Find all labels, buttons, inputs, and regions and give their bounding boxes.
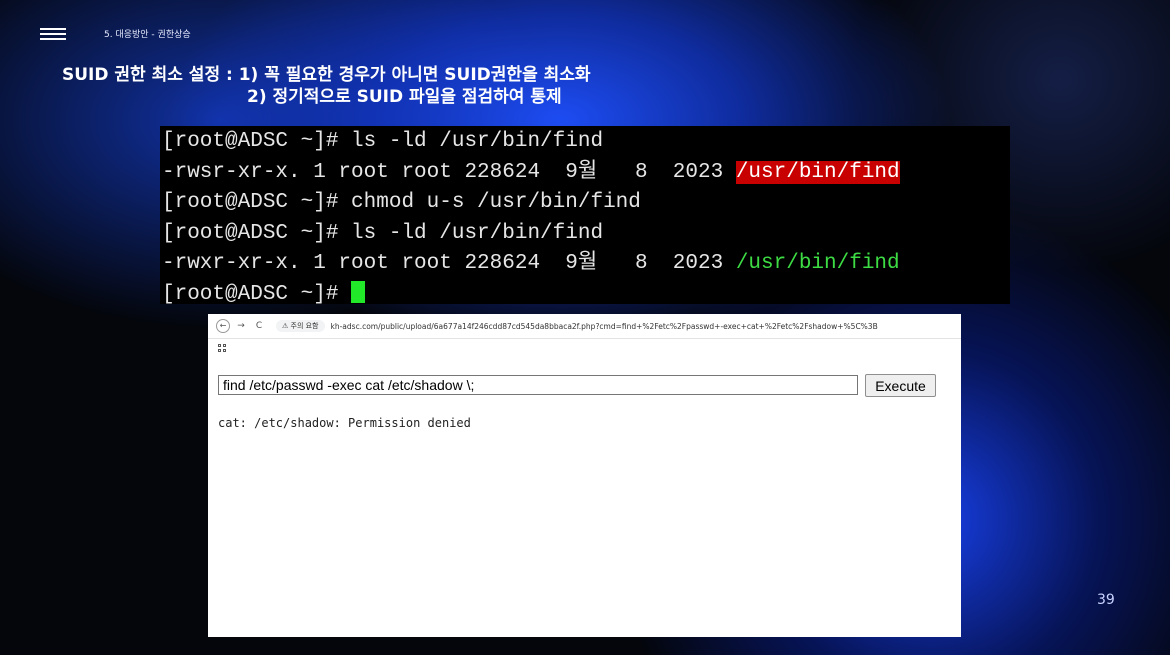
executable-path: /usr/bin/find [735, 252, 900, 275]
page-number: 39 [1097, 592, 1115, 608]
command-output: cat: /etc/shadow: Permission denied [218, 416, 471, 430]
terminal-line-5: -rwxr-xr-x. 1 root root 228624 9월 8 2023… [160, 250, 1010, 278]
browser-address-bar: ← → C ⚠ 주의 요함 kh-adsc.com/public/upload/… [208, 314, 961, 339]
command-input[interactable] [218, 375, 858, 395]
title-line-1: SUID 권한 최소 설정 : 1) 꼭 필요한 경우가 아니면 SUID권한을… [62, 65, 591, 85]
terminal-screenshot: [root@ADSC ~]# ls -ld /usr/bin/find -rws… [160, 126, 1010, 306]
permission-text: -rwsr-xr-x. 1 root root 228624 9월 8 2023 [162, 160, 736, 184]
terminal-line-6: [root@ADSC ~]# [160, 280, 1010, 309]
security-warning-badge[interactable]: ⚠ 주의 요함 [276, 320, 325, 332]
terminal-line-4: [root@ADSC ~]# ls -ld /usr/bin/find [162, 221, 604, 245]
execute-button[interactable]: Execute [865, 374, 936, 397]
slide-title: SUID 권한 최소 설정 : 1) 꼭 필요한 경우가 아니면 SUID권한을… [62, 64, 822, 108]
permission-text: -rwxr-xr-x. 1 root root 228624 9월 8 2023 [162, 252, 736, 275]
terminal-cursor [351, 280, 366, 303]
url-text[interactable]: kh-adsc.com/public/upload/6a677a14f246cd… [331, 322, 878, 331]
terminal-line-3: [root@ADSC ~]# chmod u-s /usr/bin/find [162, 191, 641, 214]
forward-arrow-icon[interactable]: → [234, 321, 248, 331]
browser-screenshot: ← → C ⚠ 주의 요함 kh-adsc.com/public/upload/… [208, 314, 961, 637]
prompt-text: [root@ADSC ~]# [162, 282, 352, 306]
suid-path-highlight: /usr/bin/find [735, 160, 900, 184]
hamburger-menu-icon[interactable] [40, 28, 66, 40]
terminal-line-1: [root@ADSC ~]# ls -ld /usr/bin/find [162, 130, 604, 153]
back-arrow-icon[interactable]: ← [216, 319, 230, 333]
reload-icon[interactable]: C [252, 321, 266, 331]
breadcrumb: 5. 대응방안 - 권한상승 [104, 30, 191, 40]
apps-grid-icon[interactable] [218, 344, 226, 352]
terminal-line-2: -rwsr-xr-x. 1 root root 228624 9월 8 2023… [160, 159, 1010, 187]
title-line-2: 2) 정기적으로 SUID 파일을 점검하여 통제 [247, 87, 562, 107]
